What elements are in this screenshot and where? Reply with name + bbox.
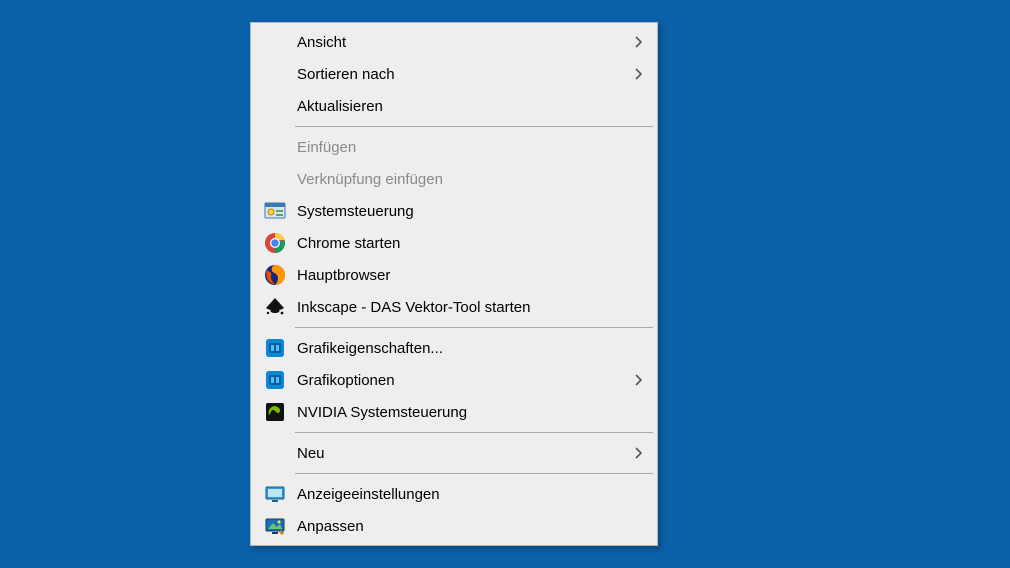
menu-item-verknuepfung-einfuegen: Verknüpfung einfügen [253, 163, 655, 195]
control-panel-icon [259, 199, 291, 223]
menu-label: Hauptbrowser [291, 267, 631, 284]
menu-item-neu[interactable]: Neu [253, 437, 655, 469]
menu-item-systemsteuerung[interactable]: Systemsteuerung [253, 195, 655, 227]
chevron-right-icon [631, 374, 647, 386]
menu-item-aktualisieren[interactable]: Aktualisieren [253, 90, 655, 122]
inkscape-icon [259, 295, 291, 319]
icon-empty [259, 441, 291, 465]
menu-item-anzeigeeinstellungen[interactable]: Anzeigeeinstellungen [253, 478, 655, 510]
menu-separator [295, 432, 653, 433]
menu-item-nvidia-systemsteuerung[interactable]: NVIDIA Systemsteuerung [253, 396, 655, 428]
menu-label: Ansicht [291, 34, 631, 51]
firefox-icon [259, 263, 291, 287]
menu-item-anpassen[interactable]: Anpassen [253, 510, 655, 542]
nvidia-icon [259, 400, 291, 424]
menu-label: Systemsteuerung [291, 203, 631, 220]
menu-label: Grafikeigenschaften... [291, 340, 631, 357]
icon-empty [259, 167, 291, 191]
menu-label: Verknüpfung einfügen [291, 171, 631, 188]
menu-label: Anpassen [291, 518, 631, 535]
menu-item-sortieren-nach[interactable]: Sortieren nach [253, 58, 655, 90]
icon-empty [259, 62, 291, 86]
intel-gfx-icon [259, 368, 291, 392]
menu-label: Chrome starten [291, 235, 631, 252]
menu-label: Neu [291, 445, 631, 462]
icon-empty [259, 30, 291, 54]
menu-item-grafikoptionen[interactable]: Grafikoptionen [253, 364, 655, 396]
personalize-icon [259, 514, 291, 538]
menu-item-inkscape[interactable]: Inkscape - DAS Vektor-Tool starten [253, 291, 655, 323]
intel-gfx-icon [259, 336, 291, 360]
menu-label: Anzeigeeinstellungen [291, 486, 631, 503]
menu-separator [295, 473, 653, 474]
chrome-icon [259, 231, 291, 255]
menu-item-grafikeigenschaften[interactable]: Grafikeigenschaften... [253, 332, 655, 364]
menu-item-chrome-starten[interactable]: Chrome starten [253, 227, 655, 259]
menu-item-ansicht[interactable]: Ansicht [253, 26, 655, 58]
menu-item-hauptbrowser[interactable]: Hauptbrowser [253, 259, 655, 291]
menu-label: Aktualisieren [291, 98, 631, 115]
icon-empty [259, 94, 291, 118]
menu-separator [295, 126, 653, 127]
menu-item-einfuegen: Einfügen [253, 131, 655, 163]
chevron-right-icon [631, 447, 647, 459]
icon-empty [259, 135, 291, 159]
menu-separator [295, 327, 653, 328]
menu-label: Grafikoptionen [291, 372, 631, 389]
menu-label: NVIDIA Systemsteuerung [291, 404, 631, 421]
menu-label: Sortieren nach [291, 66, 631, 83]
chevron-right-icon [631, 36, 647, 48]
display-settings-icon [259, 482, 291, 506]
chevron-right-icon [631, 68, 647, 80]
desktop-context-menu: Ansicht Sortieren nach Aktualisieren Ein… [250, 22, 658, 546]
menu-label: Inkscape - DAS Vektor-Tool starten [291, 299, 631, 316]
menu-label: Einfügen [291, 139, 631, 156]
